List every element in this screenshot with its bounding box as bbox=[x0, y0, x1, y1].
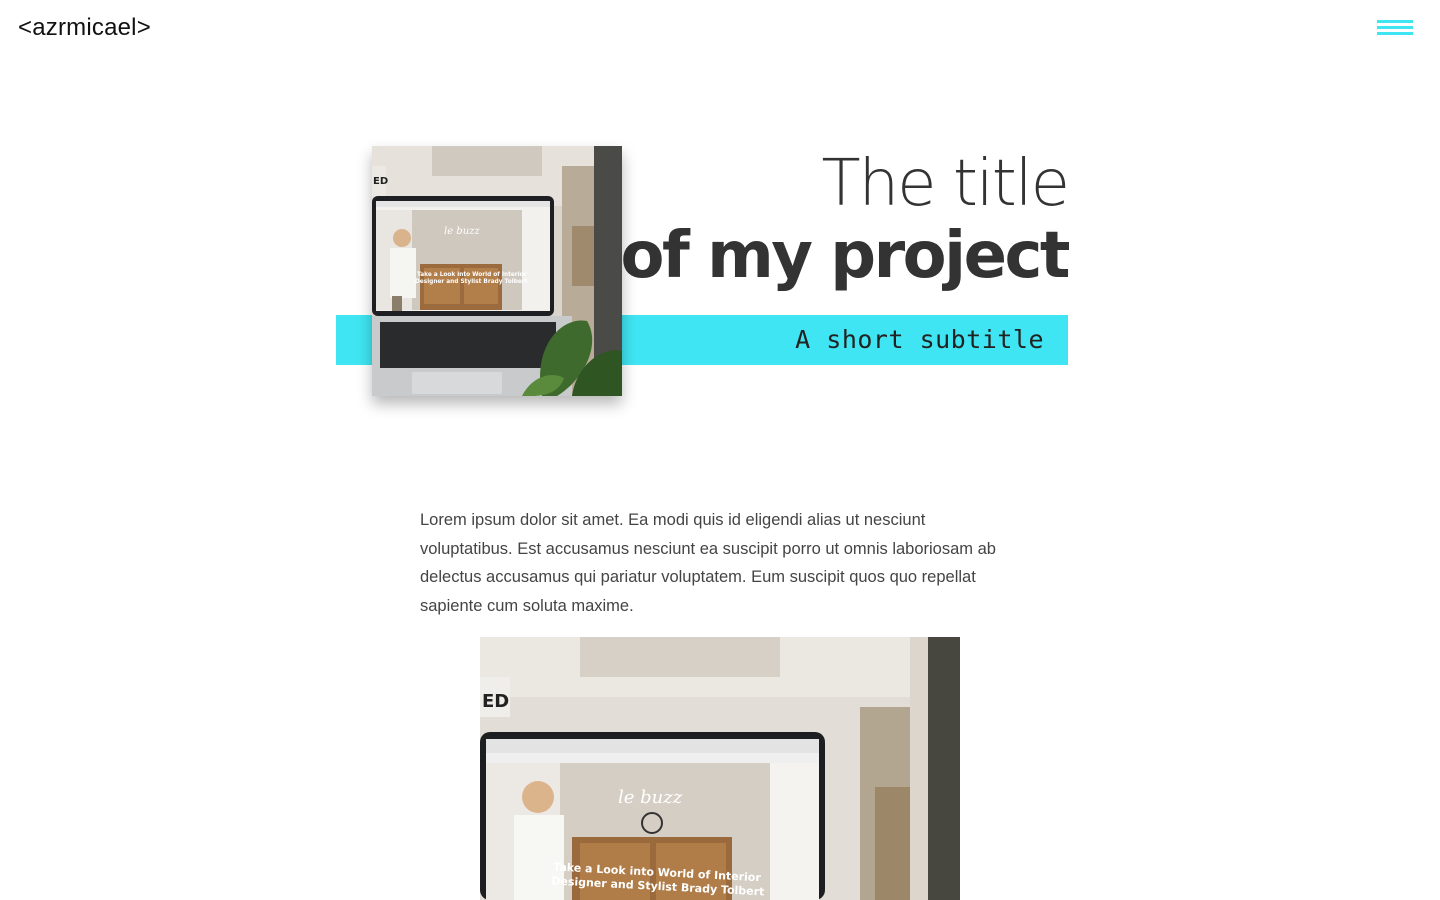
hero-image: ED le buzz Take a Look into World of Int… bbox=[372, 146, 622, 396]
hamburger-line bbox=[1377, 26, 1413, 29]
hero-subtitle: A short subtitle bbox=[795, 325, 1044, 354]
hamburger-menu-button[interactable] bbox=[1372, 16, 1418, 42]
hero-title-light: The title bbox=[821, 147, 1070, 221]
content-image: ED le buzz Take a Look into World of Int… bbox=[480, 637, 960, 900]
hamburger-line bbox=[1377, 20, 1413, 23]
page: <azrmicael> A short subtitle The title o… bbox=[0, 0, 1440, 900]
hero-title-bold: of my project bbox=[620, 219, 1071, 293]
svg-text:le buzz: le buzz bbox=[618, 787, 683, 808]
svg-text:le buzz: le buzz bbox=[444, 226, 480, 237]
svg-text:Designer and Stylist Brady Tol: Designer and Stylist Brady Tolbert bbox=[415, 279, 528, 285]
hamburger-line bbox=[1377, 32, 1413, 35]
svg-text:Take a Look into World of Inte: Take a Look into World of Interior bbox=[417, 272, 527, 278]
svg-text:ED: ED bbox=[482, 691, 509, 712]
intro-paragraph: Lorem ipsum dolor sit amet. Ea modi quis… bbox=[420, 511, 996, 616]
site-logo[interactable]: <azrmicael> bbox=[18, 14, 151, 42]
svg-text:ED: ED bbox=[373, 176, 388, 187]
